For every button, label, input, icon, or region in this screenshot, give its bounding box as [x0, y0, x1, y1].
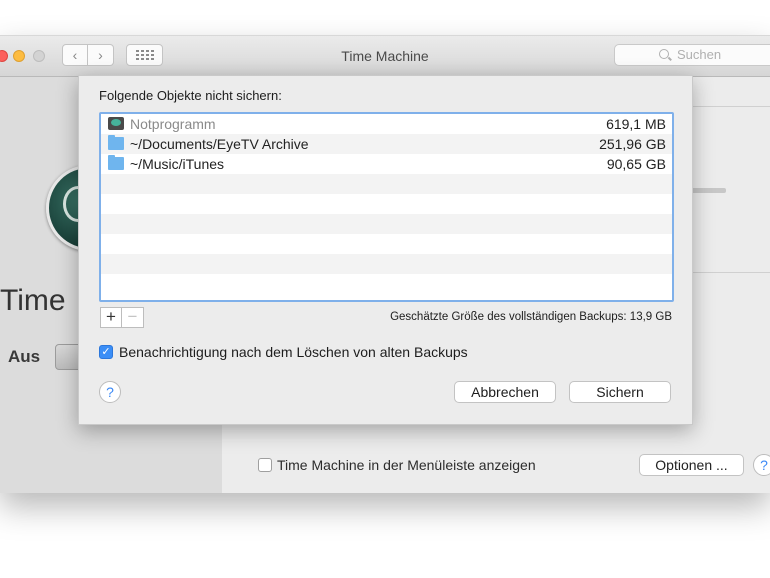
search-placeholder: Suchen — [677, 47, 722, 62]
save-button[interactable]: Sichern — [569, 381, 671, 403]
empty-row — [101, 194, 672, 214]
item-size: 619,1 MB — [606, 116, 666, 132]
folder-icon — [108, 135, 124, 150]
empty-row — [101, 234, 672, 254]
add-item-button[interactable]: + — [100, 307, 122, 328]
backup-size-estimate: Geschätzte Größe des vollständigen Backu… — [390, 311, 672, 323]
menubar-checkbox[interactable] — [258, 458, 272, 472]
menubar-checkbox-label: Time Machine in der Menüleiste anzeigen — [277, 457, 536, 473]
divider — [680, 106, 770, 107]
divider — [680, 272, 770, 273]
search-field[interactable]: Suchen — [614, 44, 770, 66]
item-name: Notprogramm — [130, 116, 216, 132]
options-button[interactable]: Optionen ... — [639, 454, 744, 476]
app-name-label: Time — [0, 284, 66, 317]
title-bar: ‹ › Time Machine Suchen — [0, 36, 770, 77]
item-name: ~/Documents/EyeTV Archive — [130, 136, 309, 152]
remove-item-button[interactable]: − — [122, 307, 144, 328]
exclusions-sheet: Folgende Objekte nicht sichern: Notprogr… — [78, 75, 693, 425]
item-name: ~/Music/iTunes — [130, 156, 225, 172]
backup-switch-label: Aus — [8, 347, 41, 366]
empty-row — [101, 214, 672, 234]
drive-icon — [108, 117, 124, 130]
item-size: 251,96 GB — [599, 136, 666, 152]
progress-track — [690, 188, 726, 193]
item-size: 90,65 GB — [606, 156, 666, 172]
list-item[interactable]: ~/Music/iTunes 90,65 GB — [101, 154, 672, 174]
list-item[interactable]: ~/Documents/EyeTV Archive 251,96 GB — [101, 134, 672, 154]
search-icon — [659, 49, 669, 59]
empty-row — [101, 254, 672, 274]
empty-row — [101, 274, 672, 294]
notify-checkbox[interactable]: ✓ — [99, 345, 113, 359]
folder-icon — [108, 155, 124, 170]
help-button[interactable]: ? — [99, 381, 121, 403]
notify-checkbox-label: Benachrichtigung nach dem Löschen von al… — [119, 344, 468, 360]
cancel-button[interactable]: Abbrechen — [454, 381, 556, 403]
checkmark-icon: ✓ — [101, 346, 111, 358]
help-button[interactable]: ? — [753, 454, 770, 476]
empty-row — [101, 174, 672, 194]
sheet-heading: Folgende Objekte nicht sichern: — [99, 88, 282, 103]
exclusions-list[interactable]: Notprogramm 619,1 MB ~/Documents/EyeTV A… — [99, 112, 674, 302]
list-item[interactable]: Notprogramm 619,1 MB — [101, 114, 672, 134]
